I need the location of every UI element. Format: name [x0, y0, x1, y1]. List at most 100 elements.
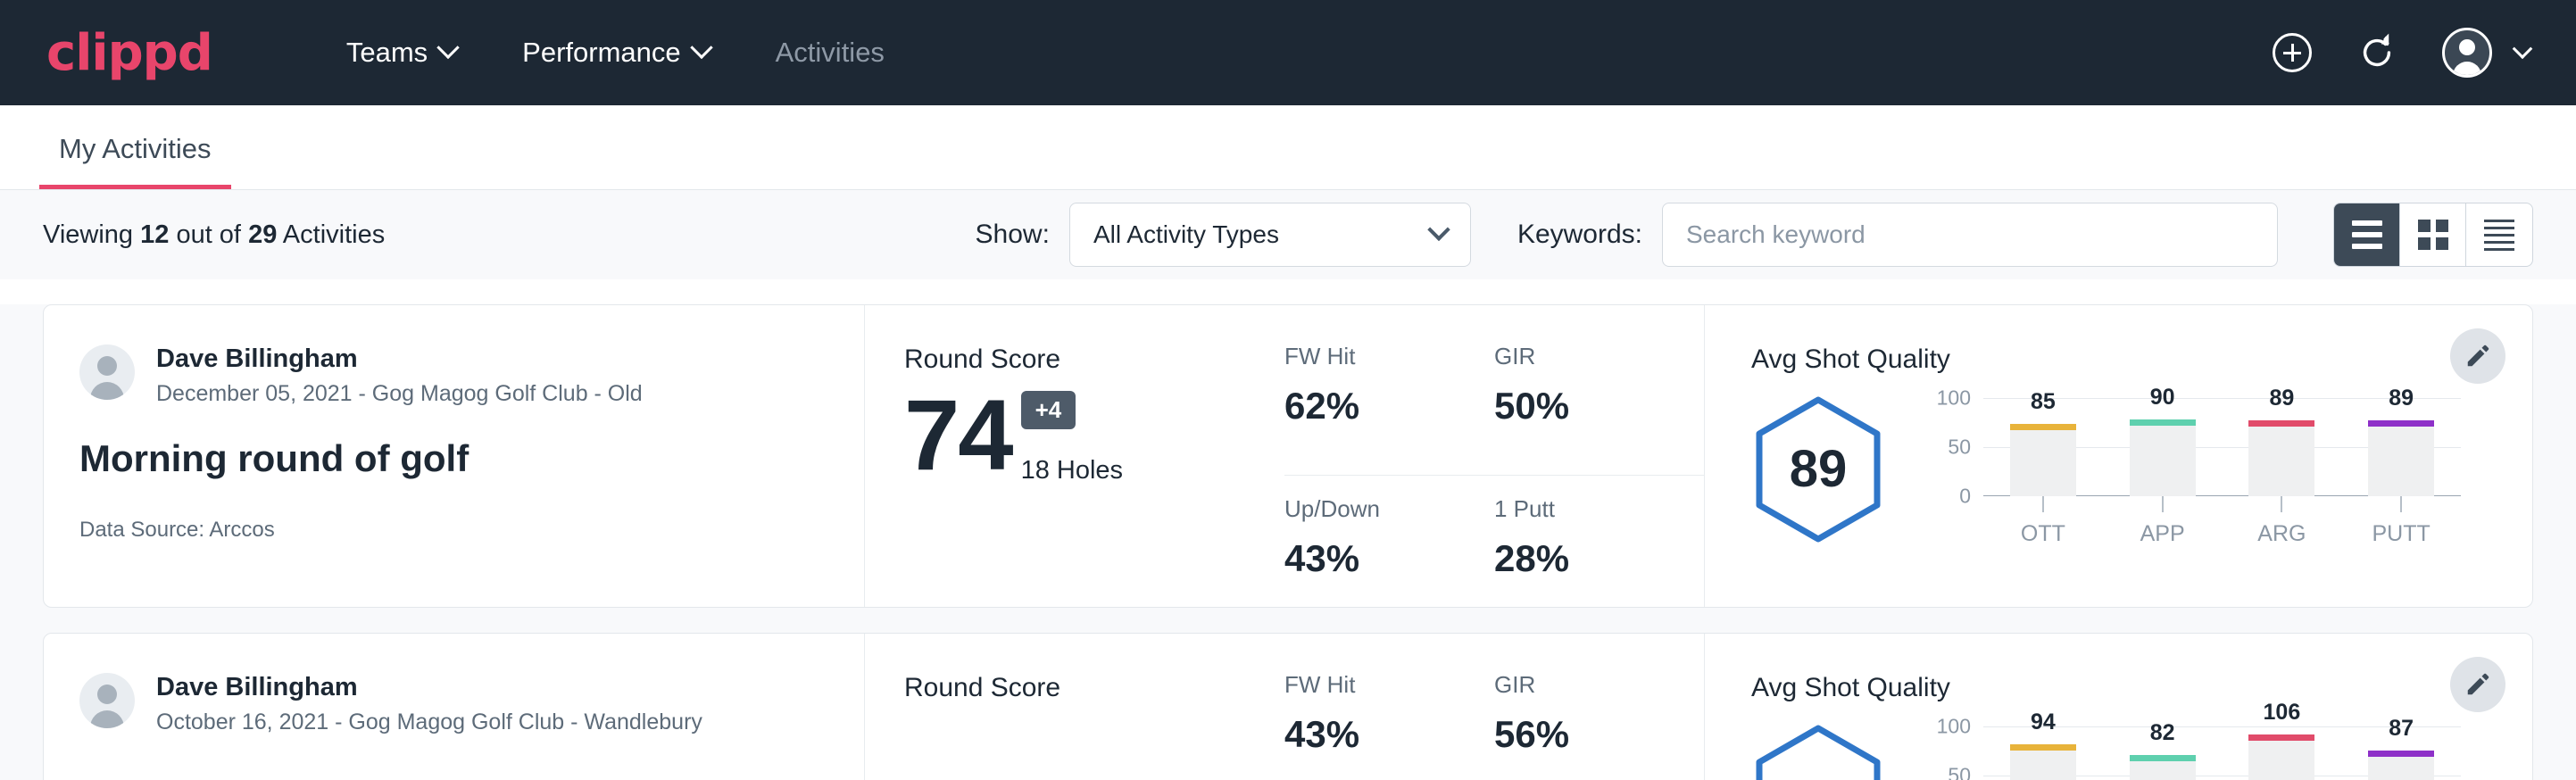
nav-actions [2273, 28, 2530, 78]
viewing-middle: out of [176, 220, 241, 249]
tab-my-activities[interactable]: My Activities [39, 133, 231, 189]
stat-value: 43% [1284, 713, 1467, 756]
y-tick: 0 [1959, 485, 1971, 509]
chart-x-tick-app: APP [2103, 496, 2223, 547]
clippd-logo[interactable]: clippd [46, 24, 212, 82]
chart-x-axis: OTTAPPARGPUTT [1983, 496, 2461, 547]
shot-quality-label: Avg Shot Quality [1751, 344, 2461, 375]
chart-bar-value: 82 [2150, 720, 2175, 746]
chart-bar-arg: 89 [2223, 398, 2342, 496]
chevron-down-icon [436, 37, 459, 59]
chart-bar-value: 89 [2269, 386, 2294, 411]
nav-item-teams-label: Teams [346, 37, 428, 69]
activity-title: Morning round of golf [79, 437, 828, 480]
tab-strip: My Activities [0, 105, 2576, 190]
chevron-down-icon [690, 37, 712, 59]
viewing-total: 29 [248, 220, 277, 249]
nav-item-performance[interactable]: Performance [522, 37, 709, 69]
shot-quality-value: 89 [1790, 439, 1848, 499]
shot-quality-block: Avg Shot Quality 89 100 50 0 [1704, 305, 2532, 607]
y-tick: 100 [1937, 386, 1971, 411]
chart-bar-value: 85 [2031, 389, 2056, 415]
player-name: Dave Billingham [156, 344, 643, 374]
primary-nav: Teams Performance Activities [346, 37, 885, 69]
chart-x-label: OTT [1983, 521, 2103, 547]
stat-up-down: Up/Down 43% [1284, 476, 1494, 608]
chevron-down-icon [1427, 219, 1450, 241]
activity-type-select[interactable]: All Activity Types [1069, 203, 1471, 267]
chart-bar-cap [2130, 419, 2196, 426]
activity-list: Dave Billingham December 05, 2021 - Gog … [0, 304, 2576, 780]
nav-item-teams[interactable]: Teams [346, 37, 456, 69]
stat-label: Up/Down [1284, 495, 1467, 523]
y-tick: 100 [1937, 715, 1971, 739]
nav-item-activities-label: Activities [776, 37, 885, 69]
activity-meta: December 05, 2021 - Gog Magog Golf Club … [156, 381, 643, 407]
chart-bar-cap [2010, 424, 2076, 430]
view-mode-compact-button[interactable] [2466, 203, 2532, 266]
viewing-prefix: Viewing [43, 220, 133, 249]
activity-card[interactable]: Dave Billingham October 16, 2021 - Gog M… [43, 633, 2533, 780]
chart-bar-ott: 85 [1983, 398, 2103, 496]
round-score-label: Round Score [904, 673, 1284, 703]
refresh-icon[interactable] [2356, 32, 2397, 73]
chart-bar-putt: 89 [2341, 398, 2461, 496]
activity-meta: October 16, 2021 - Gog Magog Golf Club -… [156, 709, 702, 735]
activity-source: Data Source: Arccos [79, 518, 828, 543]
view-mode-list-button[interactable] [2334, 203, 2400, 266]
chart-bar-value: 90 [2150, 385, 2175, 411]
stat-fw-hit: FW Hit 62% [1284, 343, 1494, 476]
activity-type-select-value: All Activity Types [1093, 220, 1279, 249]
view-mode-grid-button[interactable] [2400, 203, 2466, 266]
shot-quality-label: Avg Shot Quality [1751, 673, 2461, 703]
view-mode-toggle [2333, 203, 2533, 267]
compact-view-icon [2484, 220, 2514, 251]
stat-value: 62% [1284, 385, 1467, 427]
chart-bar-cap [2368, 751, 2434, 757]
stat-value: 56% [1494, 713, 1677, 756]
chart-bar-value: 106 [2264, 700, 2301, 726]
edit-activity-button[interactable] [2450, 328, 2505, 384]
avatar [2442, 28, 2492, 78]
shot-quality-hexagon [1751, 723, 1885, 780]
chart-plot-area: 948210687 [1983, 726, 2461, 780]
chart-bar-value: 94 [2031, 709, 2056, 735]
stat-label: FW Hit [1284, 671, 1467, 699]
chart-y-axis: 100 50 0 [1924, 726, 1971, 780]
player-name: Dave Billingham [156, 673, 702, 702]
user-menu[interactable] [2442, 28, 2530, 78]
stat-one-putt: 1 Putt 28% [1494, 476, 1704, 608]
stat-gir: GIR 50% [1494, 343, 1704, 476]
stat-value: 50% [1494, 385, 1677, 427]
chart-plot-area: 85908989 [1983, 398, 2461, 496]
viewing-count: 12 [140, 220, 169, 249]
round-stats: FW Hit 43% GIR 56% [1284, 634, 1704, 780]
edit-activity-button[interactable] [2450, 657, 2505, 712]
chart-x-label: ARG [2223, 521, 2342, 547]
pencil-icon [2464, 343, 2491, 369]
stat-gir: GIR 56% [1494, 671, 1704, 780]
stat-value: 28% [1494, 537, 1677, 580]
chart-y-axis: 100 50 0 [1924, 398, 1971, 496]
score-differential-badge: +4 [1021, 391, 1076, 429]
y-tick: 50 [1948, 764, 1971, 780]
holes-count: 18 Holes [1021, 456, 1123, 485]
viewing-summary: Viewing 12 out of 29 Activities [43, 220, 385, 250]
top-navbar: clippd Teams Performance Activities [0, 0, 2576, 105]
grid-view-icon [2418, 220, 2448, 250]
list-view-icon [2352, 220, 2382, 249]
stat-label: 1 Putt [1494, 495, 1677, 523]
avatar [79, 673, 135, 728]
chart-bar-cap [2010, 744, 2076, 751]
activity-card[interactable]: Dave Billingham December 05, 2021 - Gog … [43, 304, 2533, 608]
stat-label: FW Hit [1284, 343, 1467, 370]
search-input[interactable] [1662, 203, 2278, 267]
stat-fw-hit: FW Hit 43% [1284, 671, 1494, 780]
keywords-label: Keywords: [1517, 220, 1642, 250]
round-score-block: Round Score [865, 634, 1284, 780]
chart-x-label: APP [2103, 521, 2223, 547]
add-circle-icon[interactable] [2273, 33, 2312, 72]
shot-quality-chart: 100 50 0 85908989 [1924, 398, 2461, 496]
chart-bar-value: 89 [2389, 386, 2414, 411]
nav-item-activities[interactable]: Activities [776, 37, 885, 69]
